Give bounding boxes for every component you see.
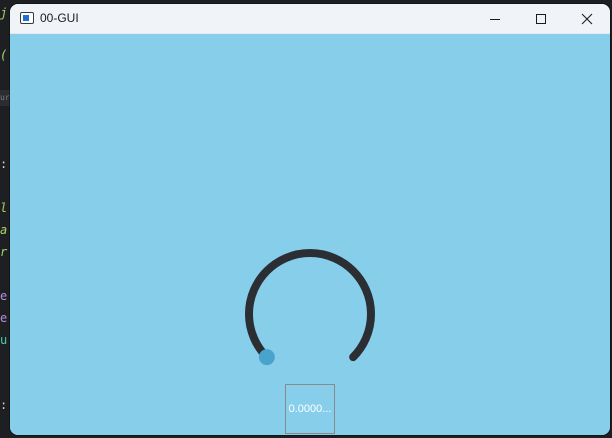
- code-glyph: u: [0, 333, 8, 347]
- code-glyph: r: [0, 245, 8, 259]
- knob-handle[interactable]: [258, 349, 275, 366]
- close-button[interactable]: [564, 4, 610, 34]
- client-area: 0.0000...: [10, 34, 610, 435]
- code-glyph: e: [0, 311, 8, 325]
- knob-track: [245, 249, 375, 362]
- window-title: 00-GUI: [40, 11, 79, 25]
- code-glyph: j: [0, 6, 8, 20]
- value-text: 0.0000...: [288, 403, 332, 415]
- maximize-button[interactable]: [518, 4, 564, 34]
- code-glyph: l: [0, 201, 8, 215]
- background-editor: j ( ur : l a r e e u :: [0, 0, 10, 438]
- rotary-knob[interactable]: [238, 238, 382, 382]
- code-glyph: :: [0, 157, 8, 171]
- code-glyph: e: [0, 289, 8, 303]
- code-gutter-label: ur: [0, 90, 10, 106]
- minimize-icon: [490, 19, 500, 20]
- minimize-button[interactable]: [472, 4, 518, 34]
- app-window: 00-GUI 0.0000...: [10, 4, 610, 435]
- code-glyph: a: [0, 223, 8, 237]
- title-bar[interactable]: 00-GUI: [10, 4, 610, 34]
- value-display: 0.0000...: [285, 384, 335, 434]
- code-glyph: (: [0, 48, 8, 62]
- app-icon: [20, 12, 34, 24]
- close-icon: [581, 13, 593, 25]
- maximize-icon: [536, 14, 546, 24]
- code-glyph: :: [0, 398, 8, 412]
